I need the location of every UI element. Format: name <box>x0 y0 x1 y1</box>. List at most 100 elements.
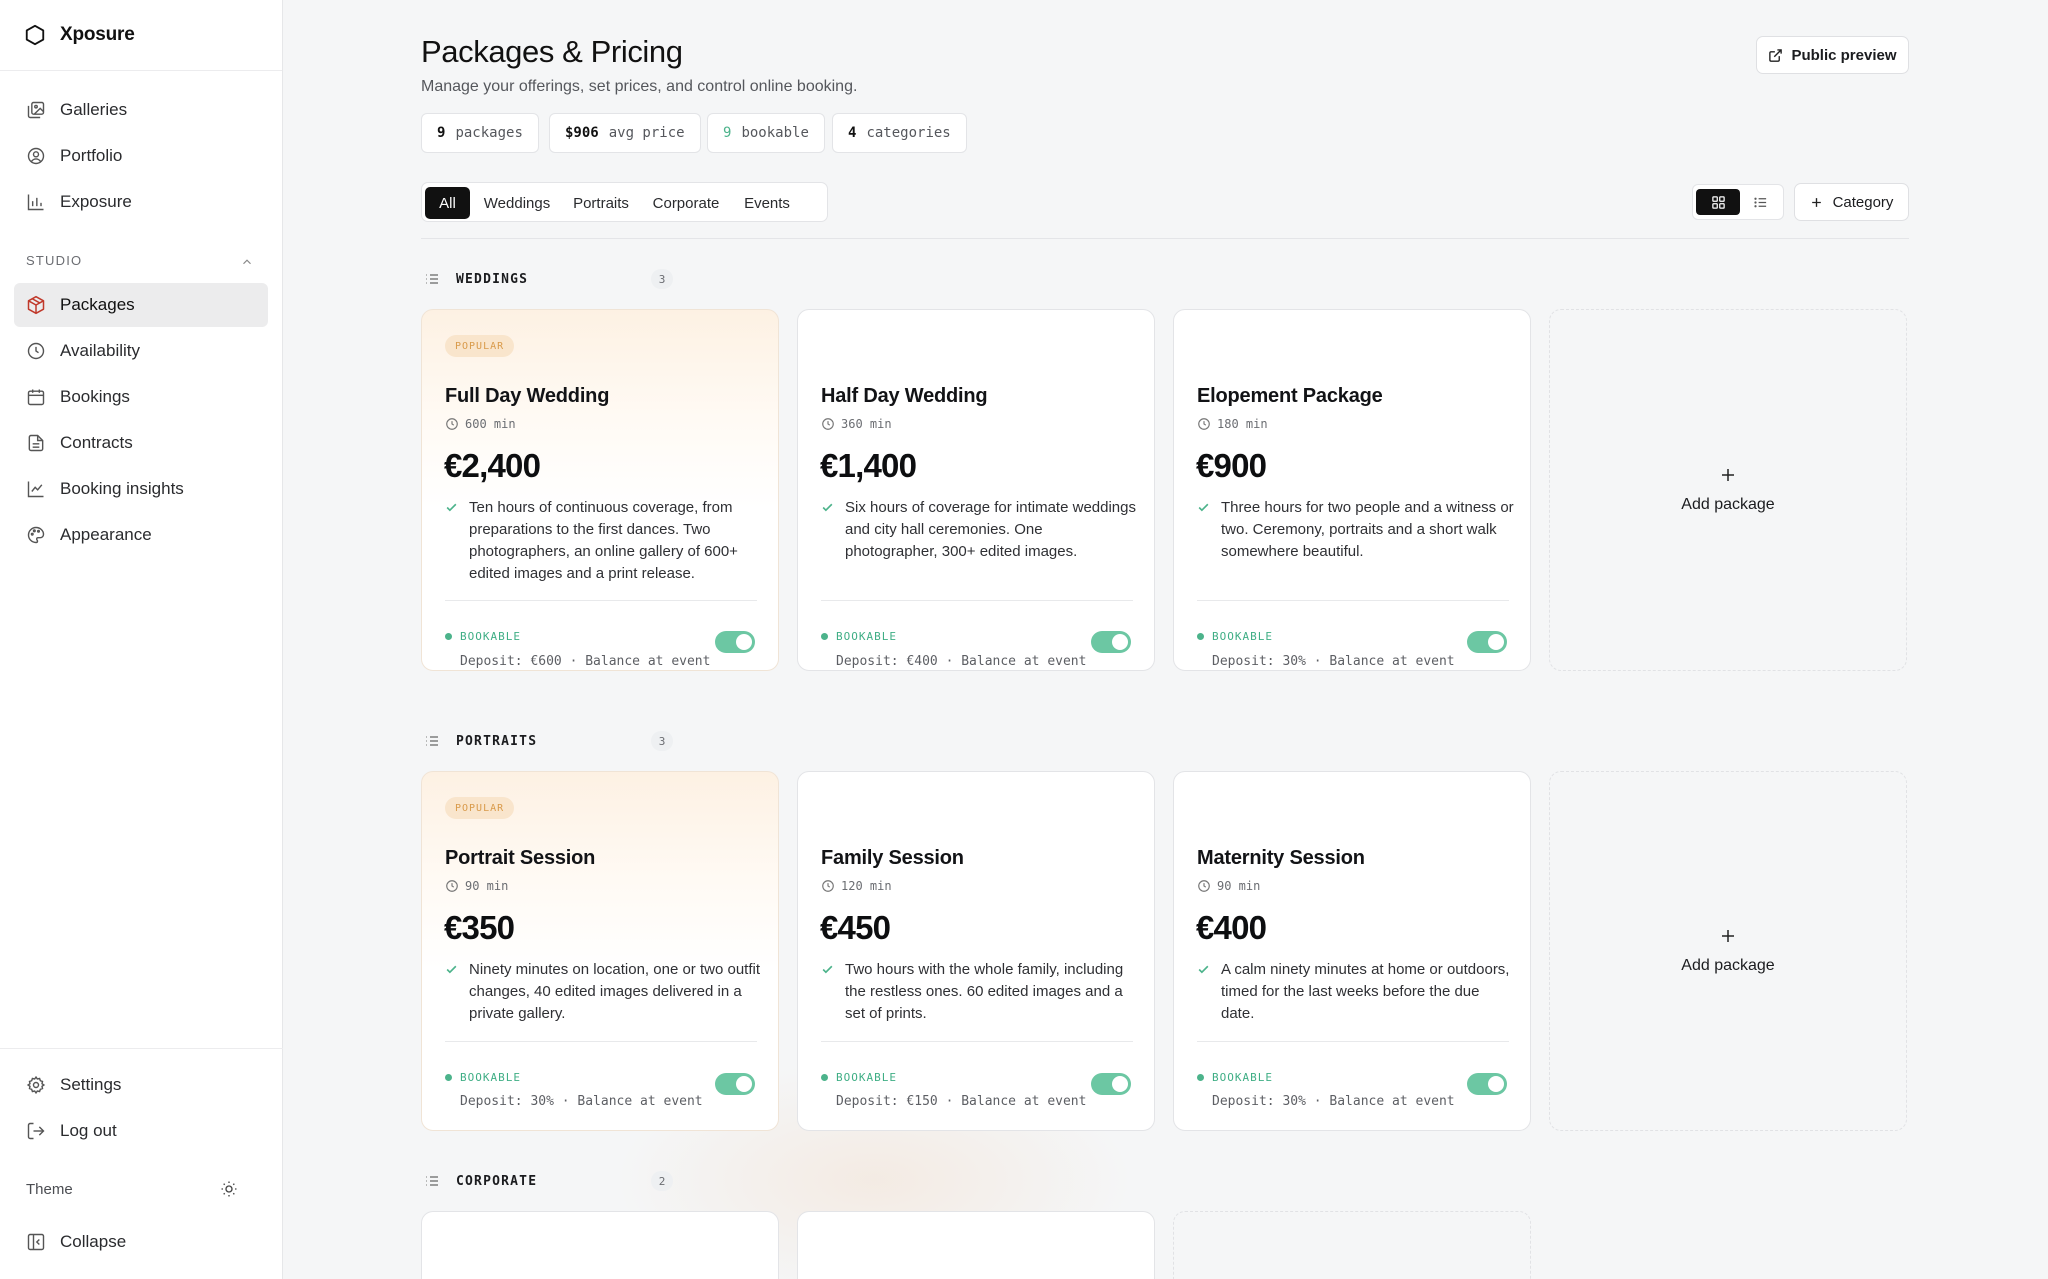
package-duration: 600 min <box>445 417 516 431</box>
sidebar-item-appearance[interactable]: Appearance <box>14 513 268 557</box>
category-name: CORPORATE <box>456 1173 538 1189</box>
sidebar-item-galleries[interactable]: Galleries <box>14 88 268 132</box>
sun-icon[interactable] <box>220 1180 238 1198</box>
check-icon <box>446 503 457 512</box>
add-package-label: Add package <box>1681 957 1775 974</box>
toggle-knob <box>736 634 752 650</box>
brand[interactable]: Xposure <box>0 0 282 71</box>
sidebar-item-label: Booking insights <box>60 479 184 498</box>
add-package-button[interactable] <box>1173 1211 1531 1279</box>
package-card-corporate-2[interactable] <box>797 1211 1155 1279</box>
status-dot <box>1197 1074 1204 1081</box>
bookable-toggle[interactable] <box>1091 1073 1131 1095</box>
logo-hexagon-icon <box>25 24 45 46</box>
list-view-button[interactable] <box>1738 189 1782 215</box>
stat-value: $906 <box>565 125 599 141</box>
public-preview-button[interactable]: Public preview <box>1756 36 1909 74</box>
stat-categories: 4 categories <box>832 113 967 153</box>
package-card-full-day-wedding[interactable]: POPULAR Full Day Wedding 600 min €2,400 … <box>421 309 779 671</box>
check-icon <box>446 965 457 974</box>
sidebar-item-portfolio[interactable]: Portfolio <box>14 134 268 178</box>
sidebar-item-bookings[interactable]: Bookings <box>14 375 268 419</box>
check-icon <box>822 503 833 512</box>
main-content: Packages & Pricing Manage your offerings… <box>284 0 2048 1279</box>
page-subtitle: Manage your offerings, set prices, and c… <box>421 78 858 95</box>
category-header-corporate[interactable]: CORPORATE 2 <box>424 1171 673 1191</box>
add-package-button[interactable]: Add package <box>1549 309 1907 671</box>
deposit-info: Deposit: 30% · Balance at event <box>460 1094 703 1109</box>
sidebar-item-settings[interactable]: Settings <box>14 1063 268 1107</box>
package-price: €350 <box>444 909 515 946</box>
category-count: 3 <box>651 731 673 751</box>
package-duration: 120 min <box>821 879 892 893</box>
bookable-status: BOOKABLE <box>821 1071 897 1084</box>
package-card-maternity-session[interactable]: Maternity Session 90 min €400 A calm nin… <box>1173 771 1531 1131</box>
bookable-toggle[interactable] <box>1091 631 1131 653</box>
package-title: Half Day Wedding <box>821 385 988 407</box>
bookable-toggle[interactable] <box>715 1073 755 1095</box>
duration-text: 180 min <box>1217 417 1268 431</box>
package-duration: 180 min <box>1197 417 1268 431</box>
add-package-button[interactable]: Add package <box>1549 771 1907 1131</box>
tab-corporate[interactable]: Corporate <box>644 187 728 219</box>
tab-events[interactable]: Events <box>734 187 800 219</box>
view-toggle <box>1692 184 1784 220</box>
status-text: BOOKABLE <box>836 1071 897 1084</box>
category-count: 3 <box>651 269 673 289</box>
category-name: WEDDINGS <box>456 271 529 287</box>
stat-avg-price: $906 avg price <box>549 113 701 153</box>
description-text: Two hours with the whole family, includi… <box>845 961 1124 1022</box>
category-header-portraits[interactable]: PORTRAITS 3 <box>424 731 673 751</box>
section-label-studio: STUDIO <box>26 253 83 268</box>
package-card-family-session[interactable]: Family Session 120 min €450 Two hours wi… <box>797 771 1155 1131</box>
sidebar-divider <box>0 1048 283 1049</box>
package-card-half-day-wedding[interactable]: Half Day Wedding 360 min €1,400 Six hour… <box>797 309 1155 671</box>
sidebar-item-booking-insights[interactable]: Booking insights <box>14 467 268 511</box>
stat-label: packages <box>455 125 523 141</box>
bookable-status: BOOKABLE <box>821 630 897 643</box>
package-card-corporate-1[interactable] <box>421 1211 779 1279</box>
sidebar-item-label: Portfolio <box>60 146 123 165</box>
check-icon <box>822 965 833 974</box>
tab-portraits[interactable]: Portraits <box>564 187 638 219</box>
bookable-toggle[interactable] <box>715 631 755 653</box>
sidebar-item-packages[interactable]: Packages <box>14 283 268 327</box>
sidebar-item-availability[interactable]: Availability <box>14 329 268 373</box>
status-dot <box>445 1074 452 1081</box>
package-description: Two hours with the whole family, includi… <box>821 959 1139 1025</box>
bookable-status: BOOKABLE <box>1197 1071 1273 1084</box>
package-price: €2,400 <box>444 447 541 484</box>
check-icon <box>1198 965 1209 974</box>
toggle-knob <box>1488 1076 1504 1092</box>
clock-icon <box>822 880 834 892</box>
category-header-weddings[interactable]: WEDDINGS 3 <box>424 269 673 289</box>
collapse-button[interactable]: Collapse <box>14 1220 268 1264</box>
stat-packages: 9 packages <box>421 113 539 153</box>
sidebar-item-exposure[interactable]: Exposure <box>14 180 268 224</box>
stat-label: bookable <box>741 125 809 141</box>
bar-chart-icon <box>27 194 44 211</box>
package-card-elopement[interactable]: Elopement Package 180 min €900 Three hou… <box>1173 309 1531 671</box>
chevron-up-icon[interactable] <box>240 255 254 269</box>
bookable-toggle[interactable] <box>1467 631 1507 653</box>
package-price: €400 <box>1196 909 1267 946</box>
bookable-toggle[interactable] <box>1467 1073 1507 1095</box>
tab-all[interactable]: All <box>425 187 470 219</box>
sidebar-item-contracts[interactable]: Contracts <box>14 421 268 465</box>
package-card-portrait-session[interactable]: POPULAR Portrait Session 90 min €350 Nin… <box>421 771 779 1131</box>
stat-label: avg price <box>608 125 685 141</box>
package-description: Three hours for two people and a witness… <box>1197 497 1515 563</box>
sidebar-item-label: Galleries <box>60 100 128 119</box>
toggle-knob <box>1488 634 1504 650</box>
list-icon <box>426 736 438 746</box>
palette-icon <box>27 526 45 544</box>
clock-icon <box>446 880 458 892</box>
tab-weddings[interactable]: Weddings <box>476 187 558 219</box>
card-divider <box>1197 1041 1509 1042</box>
public-preview-label: Public preview <box>1791 46 1897 64</box>
bookable-status: BOOKABLE <box>445 1071 521 1084</box>
add-category-button[interactable]: Category <box>1794 183 1909 221</box>
sidebar-item-logout[interactable]: Log out <box>14 1109 268 1153</box>
grid-view-button[interactable] <box>1696 189 1740 215</box>
toggle-knob <box>1112 634 1128 650</box>
